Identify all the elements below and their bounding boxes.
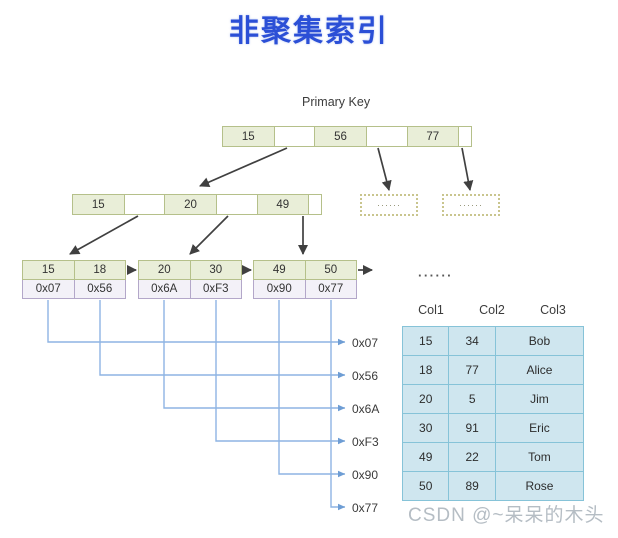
data-table: 15 34 Bob 18 77 Alice 20 5 Jim 30 91 Eri… — [401, 326, 585, 501]
cell-r0-c0: 15 — [401, 326, 450, 356]
cell-r3-c1: 91 — [448, 413, 496, 443]
root-cell-3 — [366, 127, 408, 146]
placeholder-node-2: ······ — [442, 194, 500, 216]
cell-r0-c1: 34 — [448, 326, 496, 356]
page-title: 非聚集索引 — [229, 15, 389, 48]
arrow-level2-to-leaf-1 — [69, 215, 139, 255]
arrow-root-to-placeholder-1 — [377, 147, 392, 191]
table-row: 49 22 Tom — [401, 442, 585, 472]
cell-r1-c2: Alice — [494, 355, 585, 385]
leaf-node-3-pointers: 0x90 0x77 — [253, 280, 357, 299]
leaf-ellipsis: ······ — [418, 268, 453, 283]
connector-0x6A — [163, 300, 346, 412]
table-row: 30 91 Eric — [401, 413, 585, 443]
primary-key-label: Primary Key — [302, 95, 371, 109]
cell-r3-c0: 30 — [401, 413, 450, 443]
cell-r4-c2: Tom — [494, 442, 585, 472]
placeholder-node-1: ······ — [360, 194, 418, 216]
slide-canvas: 非聚集索引 Primary Key 15 56 77 15 20 49 ····… — [0, 0, 618, 538]
connector-0x77 — [330, 300, 346, 511]
leaf-2-ptr-1: 0xF3 — [202, 283, 229, 295]
cell-r0-c2: Bob — [494, 326, 585, 356]
arrow-root-to-placeholder-2 — [461, 147, 474, 192]
pointer-target-0x56: 0x56 — [352, 369, 379, 383]
arrow-root-to-level2 — [199, 147, 288, 187]
leaf-2-key-0: 20 — [139, 261, 191, 279]
cell-r1-c1: 77 — [448, 355, 496, 385]
leaf-node-1-pointers: 0x07 0x56 — [22, 280, 126, 299]
table-row: 50 89 Rose — [401, 471, 585, 501]
csdn-watermark: CSDN @~呆呆的木头 — [408, 505, 605, 526]
root-cell-0: 15 — [223, 127, 275, 146]
table-header-col1: Col1 — [418, 303, 444, 317]
connector-0x07 — [47, 300, 346, 346]
level2-cell-1 — [124, 195, 166, 214]
root-cell-1 — [274, 127, 316, 146]
leaf-node-3: 49 50 0x90 0x77 — [253, 260, 357, 299]
leaf-3-ptr-0: 0x90 — [254, 280, 306, 298]
arrow-level2-to-leaf-2 — [189, 215, 229, 255]
cell-r5-c1: 89 — [448, 471, 496, 501]
level2-cell-4: 49 — [257, 195, 310, 214]
pointer-target-0x07: 0x07 — [352, 336, 379, 350]
leaf-node-2: 20 30 0x6A 0xF3 — [138, 260, 242, 299]
leaf-3-key-1: 50 — [324, 264, 338, 276]
root-cell-4: 77 — [407, 127, 460, 146]
connector-0x90 — [278, 300, 346, 478]
cell-r4-c1: 22 — [448, 442, 496, 472]
pointer-target-0x6A: 0x6A — [352, 402, 380, 416]
pointer-target-0x77: 0x77 — [352, 501, 379, 515]
cell-r2-c2: Jim — [494, 384, 585, 414]
leaf-1-key-1: 18 — [93, 264, 107, 276]
pointer-target-0x90: 0x90 — [352, 468, 379, 482]
leaf-2-ptr-0: 0x6A — [139, 280, 191, 298]
level2-cell-5 — [309, 195, 321, 214]
cell-r2-c0: 20 — [401, 384, 450, 414]
leaf-1-ptr-0: 0x07 — [23, 280, 75, 298]
connector-0xF3 — [215, 300, 346, 445]
connector-0x56 — [99, 300, 346, 379]
table-header-col3: Col3 — [540, 303, 566, 317]
cell-r5-c0: 50 — [401, 471, 450, 501]
level2-cell-3 — [216, 195, 258, 214]
table-column-headers: Col1 Col2 Col3 — [402, 303, 584, 321]
leaf-node-2-keys: 20 30 — [138, 260, 242, 280]
cell-r4-c0: 49 — [401, 442, 450, 472]
table-row: 18 77 Alice — [401, 355, 585, 385]
cell-r2-c1: 5 — [448, 384, 496, 414]
cell-r3-c2: Eric — [494, 413, 585, 443]
cell-r5-c2: Rose — [494, 471, 585, 501]
table-header-col2: Col2 — [479, 303, 505, 317]
table-row: 15 34 Bob — [401, 326, 585, 356]
pointer-target-0xF3: 0xF3 — [352, 435, 379, 449]
cell-r1-c0: 18 — [401, 355, 450, 385]
table-row: 20 5 Jim — [401, 384, 585, 414]
root-cell-5 — [459, 127, 471, 146]
leaf-node-1-keys: 15 18 — [22, 260, 126, 280]
level2-cell-2: 20 — [165, 195, 217, 214]
btree-root-node: 15 56 77 — [222, 126, 472, 147]
leaf-node-1: 15 18 0x07 0x56 — [22, 260, 126, 299]
root-cell-2: 56 — [315, 127, 367, 146]
leaf-3-key-0: 49 — [254, 261, 306, 279]
level2-cell-0: 15 — [73, 195, 125, 214]
leaf-2-key-1: 30 — [209, 264, 223, 276]
leaf-node-3-keys: 49 50 — [253, 260, 357, 280]
leaf-1-key-0: 15 — [23, 261, 75, 279]
leaf-node-2-pointers: 0x6A 0xF3 — [138, 280, 242, 299]
leaf-3-ptr-1: 0x77 — [318, 283, 344, 295]
btree-internal-node: 15 20 49 — [72, 194, 322, 215]
leaf-1-ptr-1: 0x56 — [87, 283, 113, 295]
